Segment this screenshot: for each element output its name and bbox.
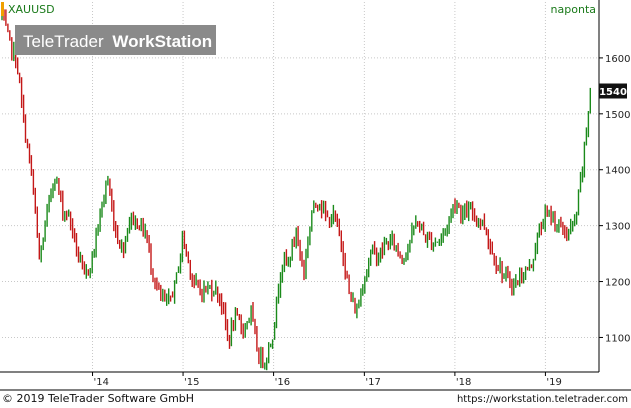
x-tick-label: '19 (546, 377, 561, 388)
y-tick-label: 1600 (605, 54, 630, 65)
x-tick-label: '18 (456, 377, 471, 388)
period-label[interactable]: naponta (551, 3, 596, 16)
symbol-label[interactable]: XAUUSD (8, 3, 55, 16)
symbol-marker (1, 2, 4, 16)
y-tick-label: 1200 (605, 278, 630, 289)
y-tick-label: 1300 (605, 222, 630, 233)
watermark: TeleTrader WorkStation (15, 25, 216, 55)
watermark-brand: TeleTrader (23, 32, 104, 51)
watermark-product: WorkStation (112, 32, 212, 51)
footer-url[interactable]: https://workstation.teletrader.com (457, 394, 628, 405)
footer-copyright: © 2019 TeleTrader Software GmbH (2, 392, 194, 405)
y-tick-label: 1100 (605, 333, 630, 344)
svg-text:TeleTrader WorkStation: TeleTrader WorkStation (23, 32, 212, 51)
x-tick-label: '17 (365, 377, 380, 388)
y-tick-label: 1500 (605, 110, 630, 121)
x-tick-label: '15 (184, 377, 199, 388)
chart-root: 1100 1200 1300 1400 1500 1600 '14 '15 '16 '17 '18… (0, 0, 631, 408)
x-tick-label: '16 (275, 377, 290, 388)
y-tick-label: 1400 (605, 166, 630, 177)
last-price-value: 1540 (599, 87, 627, 98)
price-chart: 1100 1200 1300 1400 1500 1600 '14 '15 '16 '17 '18… (0, 0, 631, 408)
x-tick-label: '14 (94, 377, 109, 388)
last-price-label: 1540 (599, 83, 627, 99)
